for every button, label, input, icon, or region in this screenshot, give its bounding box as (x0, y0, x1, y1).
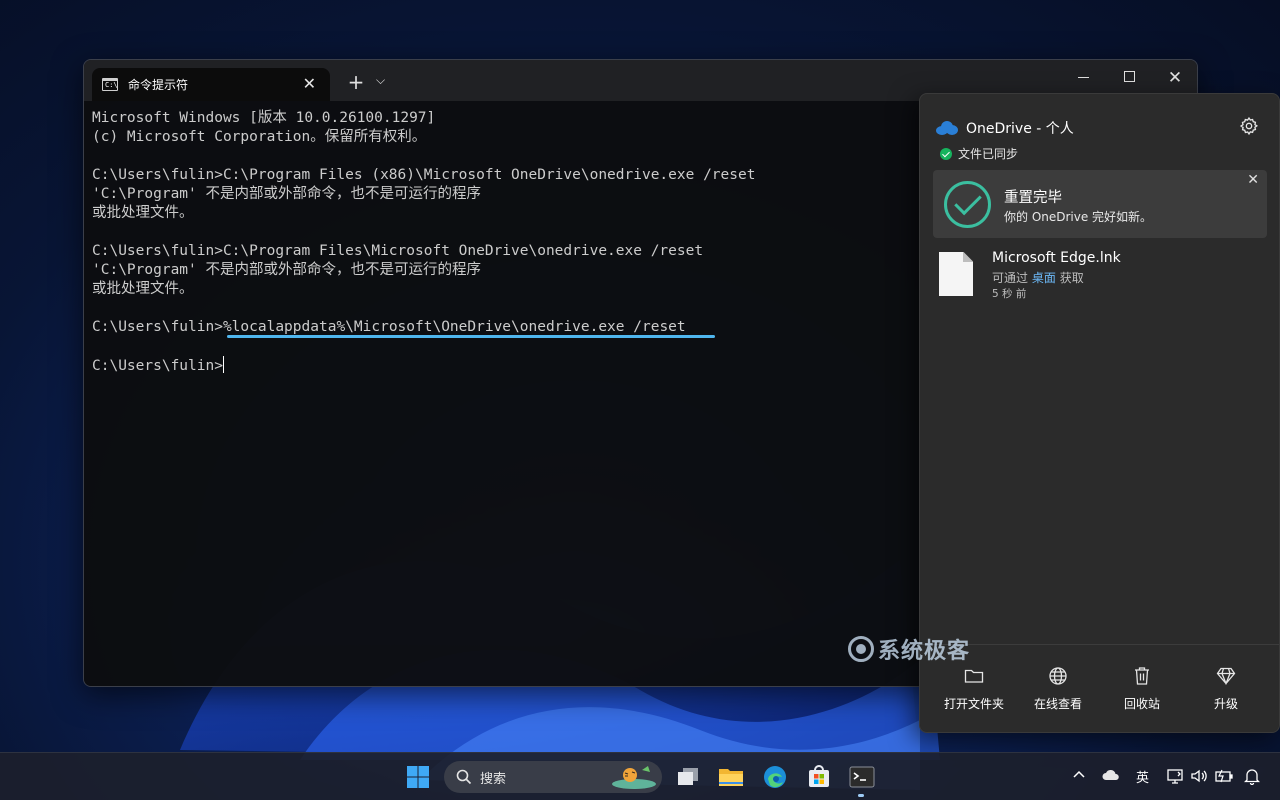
windows-start-icon[interactable] (402, 761, 434, 793)
upgrade-label: 升级 (1213, 697, 1238, 711)
search-label: 搜索 (480, 771, 507, 787)
command-underline-highlight (227, 335, 715, 338)
search-highlight-tiger-icon (612, 766, 656, 789)
tab-close-icon[interactable]: ✕ (303, 74, 316, 93)
maximize-button[interactable] (1119, 68, 1139, 86)
network-icon[interactable] (1167, 768, 1183, 788)
reset-complete-notice: 重置完毕 你的 OneDrive 完好如新。 ✕ (933, 170, 1267, 238)
notice-text: 你的 OneDrive 完好如新。 (1004, 210, 1153, 224)
text-cursor (222, 356, 224, 373)
success-check-icon (944, 181, 991, 228)
store-icon[interactable] (803, 761, 835, 793)
task-view-icon[interactable] (672, 761, 704, 793)
notice-title: 重置完毕 (1004, 190, 1062, 206)
recycle-bin-label: 回收站 (1123, 697, 1160, 711)
file-time: 5 秒 前 (992, 288, 1027, 300)
folder-icon (934, 665, 1014, 687)
settings-gear-icon[interactable] (1239, 116, 1259, 140)
volume-icon[interactable] (1190, 768, 1208, 788)
recent-file-item[interactable]: Microsoft Edge.lnk 可通过 桌面 获取 5 秒 前 (939, 250, 1259, 310)
ime-indicator[interactable]: 英 (1136, 767, 1149, 786)
file-icon (939, 252, 973, 296)
reset-command: %localappdata%\Microsoft\OneDrive\onedri… (222, 319, 686, 335)
onedrive-cloud-icon (936, 121, 958, 135)
tab-command-prompt[interactable]: C:\ 命令提示符 ✕ (92, 68, 330, 101)
notice-close-icon[interactable]: ✕ (1247, 172, 1259, 188)
prompt: C:\Users\fulin> (92, 358, 223, 374)
terminal-active-indicator (858, 794, 864, 797)
file-location-suffix: 获取 (1059, 271, 1084, 285)
file-location: 可通过 桌面 获取 (992, 269, 1084, 286)
diamond-icon (1186, 665, 1266, 687)
synced-check-icon (940, 147, 952, 160)
search-icon (456, 769, 472, 785)
watermark: 系统极客 (848, 633, 970, 665)
onedrive-title: OneDrive - 个人 (966, 121, 1074, 137)
open-folder-label: 打开文件夹 (943, 697, 1004, 711)
taskbar: 搜索 英 (0, 752, 1280, 800)
minimize-button[interactable] (1073, 68, 1093, 86)
file-name: Microsoft Edge.lnk (992, 250, 1121, 266)
cmd-icon: C:\ (102, 78, 118, 91)
close-window-button[interactable]: ✕ (1165, 68, 1185, 88)
onedrive-header: OneDrive - 个人 (936, 118, 1074, 138)
edge-icon[interactable] (759, 761, 791, 793)
onedrive-flyout: OneDrive - 个人 文件已同步 重置完毕 你的 OneDrive 完好如… (919, 93, 1280, 733)
bell-icon[interactable] (1243, 768, 1261, 789)
file-explorer-icon[interactable] (715, 761, 747, 793)
open-folder-button[interactable]: 打开文件夹 (934, 665, 1014, 712)
upgrade-button[interactable]: 升级 (1186, 665, 1266, 712)
tab-dropdown-chevron-icon[interactable]: ⌵ (376, 73, 385, 88)
watermark-logo-icon (848, 636, 874, 662)
view-online-button[interactable]: 在线查看 (1018, 665, 1098, 712)
tab-title: 命令提示符 (128, 78, 189, 92)
watermark-text: 系统极客 (878, 639, 971, 664)
onedrive-footer: 打开文件夹 在线查看 回收站 升级 (920, 644, 1279, 732)
terminal-icon[interactable] (846, 761, 878, 793)
taskbar-search-box[interactable]: 搜索 (444, 761, 662, 793)
battery-icon[interactable] (1214, 768, 1234, 788)
sync-status: 文件已同步 (940, 145, 1018, 162)
onedrive-cloud-icon[interactable] (1102, 769, 1120, 785)
globe-icon (1018, 665, 1098, 687)
view-online-label: 在线查看 (1033, 697, 1082, 711)
prompt: C:\Users\fulin> (92, 319, 223, 335)
recycle-bin-button[interactable]: 回收站 (1102, 665, 1182, 712)
file-location-prefix: 可通过 (992, 271, 1029, 285)
desktop-link[interactable]: 桌面 (1032, 271, 1056, 285)
chevron-up-icon[interactable] (1072, 768, 1086, 783)
trash-icon (1102, 665, 1182, 687)
new-tab-button[interactable]: + (346, 70, 366, 94)
sync-status-text: 文件已同步 (958, 147, 1019, 161)
